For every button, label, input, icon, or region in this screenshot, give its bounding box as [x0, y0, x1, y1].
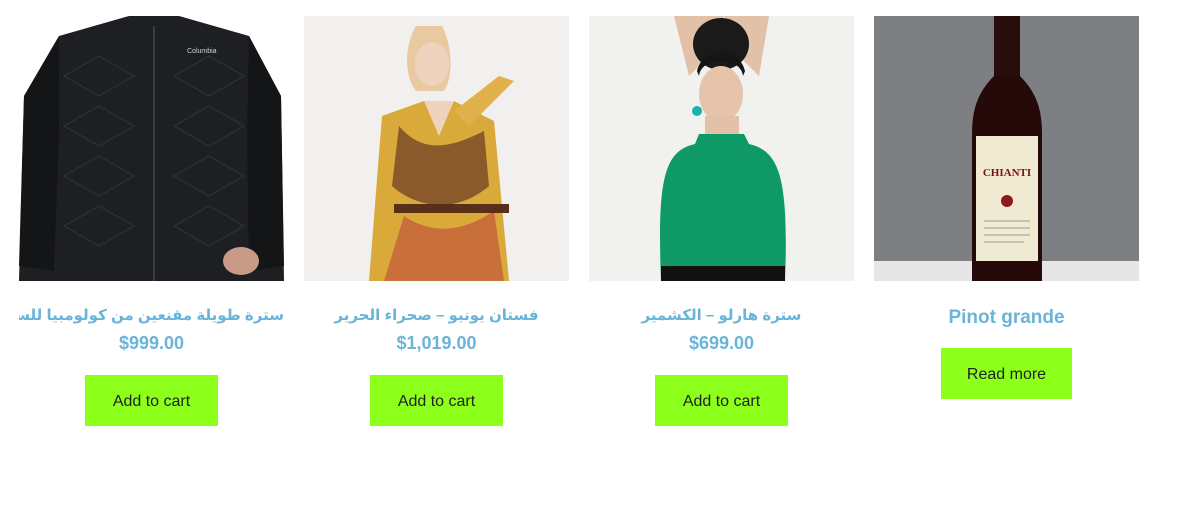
product-card: Columbia سترة طويلة مقنعين من كولومبيا ل…	[19, 16, 284, 426]
wine-bottle-image: CHIANTI	[874, 16, 1139, 281]
product-price: $699.00	[688, 333, 755, 353]
product-title[interactable]: سترة طويلة مقنعين من كولومبيا للسيدات	[19, 305, 284, 327]
product-grid: Columbia سترة طويلة مقنعين من كولومبيا ل…	[19, 16, 1139, 506]
dress-image	[304, 16, 569, 281]
product-card: سترة هارلو – الكشمير $699.00 Add to cart	[589, 16, 854, 426]
product-title[interactable]: سترة هارلو – الكشمير	[589, 305, 854, 327]
product-price: $999.00	[118, 333, 185, 353]
product-title[interactable]: Pinot grande	[874, 305, 1139, 331]
product-image-wine[interactable]: CHIANTI	[874, 16, 1139, 281]
product-card: فستان يونيو – صحراء الحرير $1,019.00 Add…	[304, 16, 569, 426]
product-image-dress[interactable]	[304, 16, 569, 281]
read-more-button[interactable]: Read more	[941, 348, 1072, 399]
product-price: $1,019.00	[396, 333, 477, 353]
product-card: CHIANTI Pinot grande Read more	[874, 16, 1139, 399]
product-title[interactable]: فستان يونيو – صحراء الحرير	[304, 305, 569, 327]
product-image-jacket[interactable]: Columbia	[19, 16, 284, 281]
wine-label-text: CHIANTI	[983, 167, 1031, 179]
jacket-image: Columbia	[19, 16, 284, 281]
add-to-cart-button[interactable]: Add to cart	[85, 375, 218, 426]
add-to-cart-button[interactable]: Add to cart	[655, 375, 788, 426]
product-image-top[interactable]	[589, 16, 854, 281]
brand-logo: Columbia	[187, 48, 217, 55]
top-image	[589, 16, 854, 281]
add-to-cart-button[interactable]: Add to cart	[370, 375, 503, 426]
